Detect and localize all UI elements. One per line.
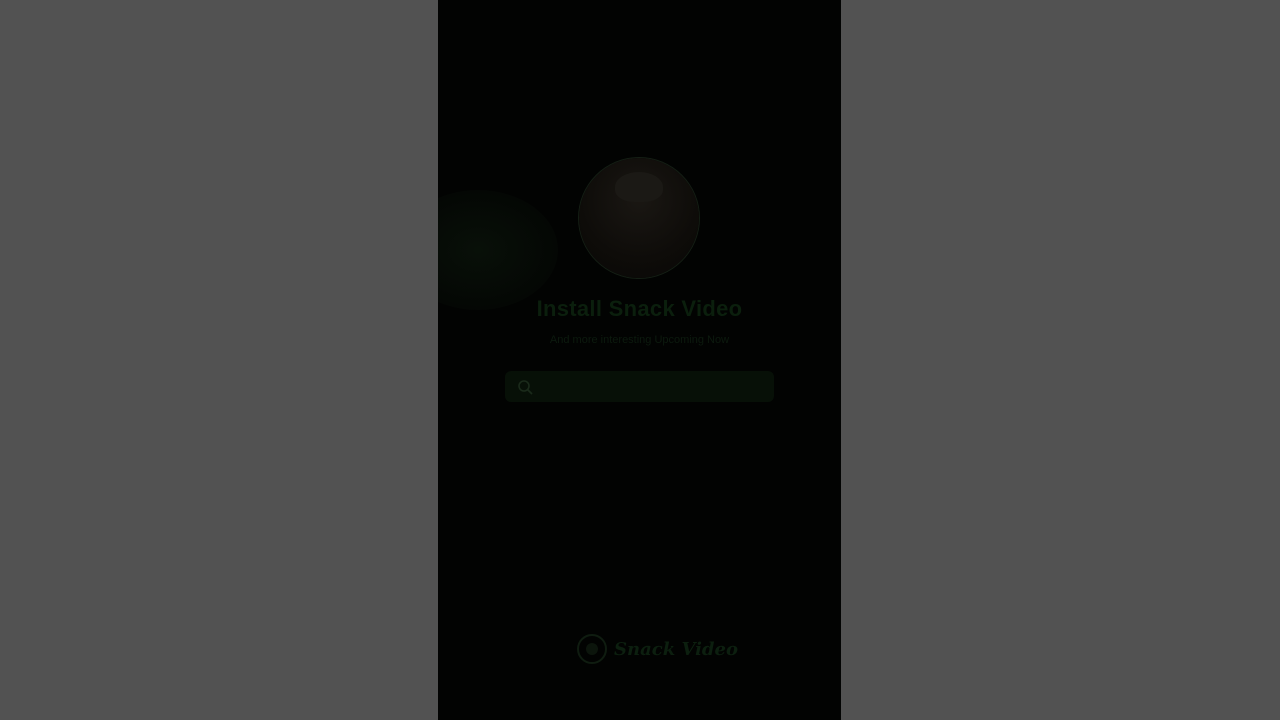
avatar-highlight	[615, 172, 663, 202]
snack-video-logo-icon	[576, 633, 608, 665]
search-icon	[517, 379, 533, 395]
brand-name: Snack Video	[614, 638, 738, 660]
background-glow	[438, 190, 558, 310]
page-subtitle: And more interesting Upcoming Now	[549, 334, 730, 346]
page-title: Install Snack Video	[536, 296, 743, 321]
left-letterbox	[0, 0, 438, 720]
right-letterbox	[841, 0, 1280, 720]
avatar	[579, 158, 699, 278]
video-stage: Install Snack Video And more interesting…	[0, 0, 1280, 720]
video-frame[interactable]: Install Snack Video And more interesting…	[438, 0, 841, 720]
search-bar[interactable]	[505, 370, 774, 403]
brand-watermark: Snack Video	[576, 633, 738, 665]
search-input[interactable]	[533, 370, 774, 403]
